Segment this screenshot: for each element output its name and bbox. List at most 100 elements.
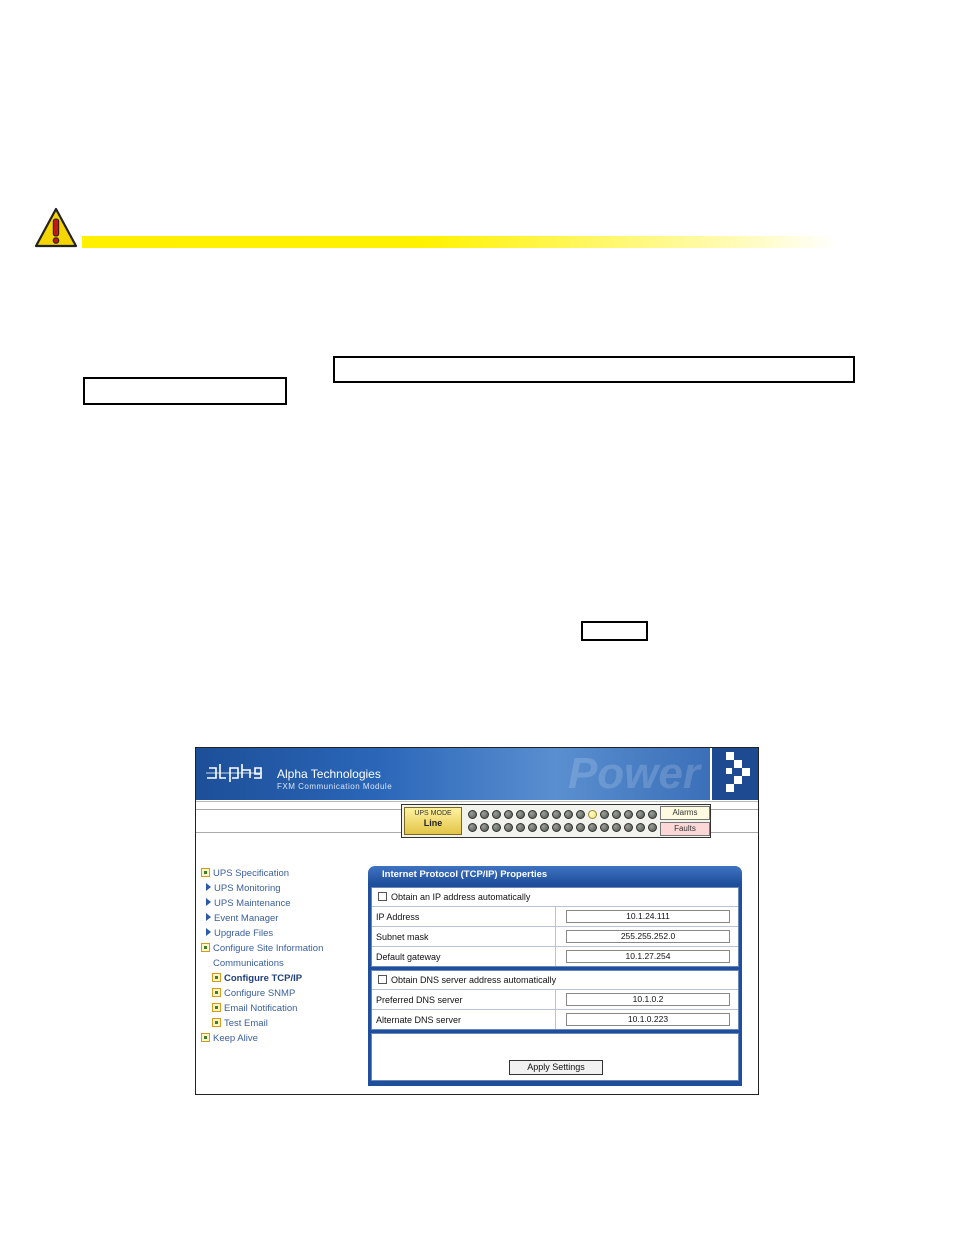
preferred-dns-field[interactable]: 10.1.0.2: [566, 993, 730, 1006]
status-led: [600, 823, 609, 832]
faults-button[interactable]: Faults: [660, 822, 710, 836]
ip-address-row: IP Address 10.1.24.111: [372, 906, 738, 926]
box-icon: [212, 988, 221, 997]
box-icon: [212, 1018, 221, 1027]
status-led: [468, 810, 477, 819]
subnet-label: Subnet mask: [376, 932, 429, 942]
app-header: Alpha Technologies FXM Communication Mod…: [196, 748, 710, 800]
brand-title: Alpha Technologies: [277, 767, 381, 781]
status-led: [492, 810, 501, 819]
status-led: [468, 823, 477, 832]
box-icon: [212, 1003, 221, 1012]
gateway-field[interactable]: 10.1.27.254: [566, 950, 730, 963]
status-led: [480, 810, 489, 819]
status-led: [528, 810, 537, 819]
triangle-icon: [206, 928, 211, 936]
caution-divider: [82, 236, 837, 248]
sidebar-item-configure-site-information[interactable]: Configure Site Information: [201, 943, 323, 954]
status-led: [504, 810, 513, 819]
box-icon: [212, 973, 221, 982]
status-led: [648, 823, 657, 832]
redacted-box-1: [333, 356, 855, 383]
preferred-dns-label: Preferred DNS server: [376, 995, 463, 1005]
gateway-row: Default gateway 10.1.27.254: [372, 946, 738, 966]
sidebar-item-label: Communications: [213, 958, 284, 969]
status-led: [588, 810, 597, 819]
sidebar-item-label: UPS Specification: [213, 868, 290, 879]
caution-icon: [34, 207, 78, 248]
sidebar-item-label: Configure SNMP: [224, 988, 296, 999]
tcpip-panel: Internet Protocol (TCP/IP) Properties Ob…: [368, 866, 742, 1086]
status-led: [636, 810, 645, 819]
box-icon: [201, 1033, 210, 1042]
obtain-dns-checkbox[interactable]: [378, 975, 387, 984]
status-led: [624, 823, 633, 832]
obtain-ip-checkbox[interactable]: [378, 892, 387, 901]
status-led: [588, 823, 597, 832]
box-icon: [201, 868, 210, 877]
alpha-logo-icon: [206, 764, 262, 782]
panel-title: Internet Protocol (TCP/IP) Properties: [368, 866, 742, 884]
ip-section: Obtain an IP address automatically IP Ad…: [371, 887, 739, 967]
gateway-label: Default gateway: [376, 952, 441, 962]
status-led: [576, 810, 585, 819]
panel-body: Obtain an IP address automatically IP Ad…: [368, 884, 742, 1086]
sidebar-item-ups-specification[interactable]: UPS Specification: [201, 868, 289, 879]
status-led: [516, 823, 525, 832]
sidebar-item-ups-maintenance[interactable]: UPS Maintenance: [206, 898, 291, 909]
obtain-dns-label: Obtain DNS server address automatically: [391, 975, 557, 985]
sidebar-item-configure-tcp-ip[interactable]: Configure TCP/IP: [212, 973, 302, 984]
preferred-dns-row: Preferred DNS server 10.1.0.2: [372, 989, 738, 1009]
web-interface-screenshot: Alpha Technologies FXM Communication Mod…: [195, 747, 759, 1095]
apply-settings-button[interactable]: Apply Settings: [509, 1060, 603, 1075]
status-led: [564, 823, 573, 832]
ups-mode-indicator: UPS MODE Line: [404, 807, 462, 835]
power-watermark: Power: [567, 749, 700, 798]
redacted-box-3: [581, 621, 648, 641]
sidebar-item-ups-monitoring[interactable]: UPS Monitoring: [206, 883, 281, 894]
chevron-logo-icon: [712, 748, 758, 800]
status-led: [480, 823, 489, 832]
status-led: [636, 823, 645, 832]
obtain-ip-label: Obtain an IP address automatically: [391, 892, 531, 902]
sidebar-item-label: UPS Maintenance: [214, 898, 291, 909]
sidebar-item-upgrade-files[interactable]: Upgrade Files: [206, 928, 273, 939]
alternate-dns-field[interactable]: 10.1.0.223: [566, 1013, 730, 1026]
sidebar-item-label: Keep Alive: [213, 1033, 258, 1044]
status-led: [504, 823, 513, 832]
status-led: [552, 810, 561, 819]
status-led: [492, 823, 501, 832]
sidebar-item-label: Event Manager: [214, 913, 279, 924]
triangle-icon: [206, 913, 211, 921]
box-icon: [201, 943, 210, 952]
sidebar-item-label: Email Notification: [224, 1003, 298, 1014]
ups-mode-label: UPS MODE: [414, 810, 452, 817]
status-led: [612, 810, 621, 819]
sidebar-item-keep-alive[interactable]: Keep Alive: [201, 1033, 258, 1044]
sidebar-item-test-email[interactable]: Test Email: [212, 1018, 268, 1029]
ups-mode-value: Line: [423, 818, 443, 828]
alternate-dns-label: Alternate DNS server: [376, 1015, 462, 1025]
dns-section: Obtain DNS server address automatically …: [371, 970, 739, 1030]
sidebar-item-label: Test Email: [224, 1018, 268, 1029]
status-led: [516, 810, 525, 819]
status-led: [600, 810, 609, 819]
sidebar-item-email-notification[interactable]: Email Notification: [212, 1003, 297, 1014]
brand-subtitle: FXM Communication Module: [277, 782, 393, 791]
status-led: [648, 810, 657, 819]
obtain-dns-row: Obtain DNS server address automatically: [372, 971, 738, 989]
sidebar-item-communications[interactable]: Communications: [213, 958, 284, 969]
triangle-icon: [206, 898, 211, 906]
alternate-dns-row: Alternate DNS server 10.1.0.223: [372, 1009, 738, 1029]
alarms-button[interactable]: Alarms: [660, 806, 710, 820]
triangle-icon: [206, 883, 211, 891]
apply-section: Apply Settings: [371, 1033, 739, 1081]
subnet-field[interactable]: 255.255.252.0: [566, 930, 730, 943]
ip-address-field[interactable]: 10.1.24.111: [566, 910, 730, 923]
header-divider: [196, 801, 758, 802]
led-array: [466, 807, 660, 835]
sidebar-item-configure-snmp[interactable]: Configure SNMP: [212, 988, 295, 999]
sidebar-item-label: Configure Site Information: [213, 943, 324, 954]
sidebar-item-event-manager[interactable]: Event Manager: [206, 913, 278, 924]
subnet-row: Subnet mask 255.255.252.0: [372, 926, 738, 946]
